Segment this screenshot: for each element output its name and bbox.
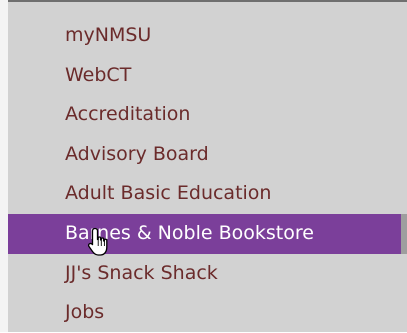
menu-item-advisory-board[interactable]: Advisory Board (8, 135, 407, 175)
page-left-margin (0, 0, 8, 332)
menu-item-snack-shack[interactable]: JJ's Snack Shack (8, 254, 407, 294)
menu-item-webct[interactable]: WebCT (8, 56, 407, 96)
menu-list: myNMSU WebCT Accreditation Advisory Boar… (8, 16, 407, 333)
menu-item-jobs[interactable]: Jobs (8, 293, 407, 333)
menu-item-accreditation[interactable]: Accreditation (8, 95, 407, 135)
dropdown-menu: myNMSU WebCT Accreditation Advisory Boar… (8, 0, 407, 332)
hand-pointer-icon (87, 227, 108, 256)
menu-item-bookstore[interactable]: Barnes & Noble Bookstore (8, 213, 407, 254)
menu-item-adult-basic-education[interactable]: Adult Basic Education (8, 174, 407, 214)
menu-item-mynmsu[interactable]: myNMSU (8, 16, 407, 56)
